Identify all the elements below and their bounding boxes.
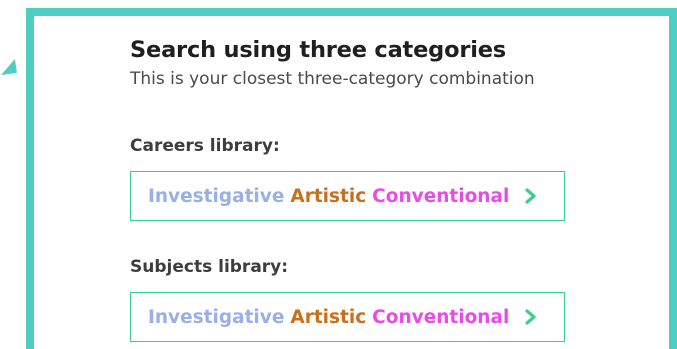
panel-content: Search using three categories This is yo… <box>130 34 650 342</box>
three-category-search-panel: Search using three categories This is yo… <box>26 8 677 349</box>
callout-pointer <box>0 58 17 76</box>
category-conventional: Conventional <box>372 306 510 328</box>
category-artistic: Artistic <box>290 185 367 207</box>
stage: Search using three categories This is yo… <box>0 0 677 349</box>
panel-title: Search using three categories <box>130 37 506 63</box>
category-investigative: Investigative <box>148 306 285 328</box>
subjects-combination-link[interactable]: Investigative Artistic Conventional <box>130 292 565 342</box>
chevron-right-icon <box>525 309 536 325</box>
careers-library-label: Careers library: <box>130 136 280 156</box>
subjects-library-label: Subjects library: <box>130 257 289 277</box>
chevron-right-icon <box>525 188 536 204</box>
panel-subtitle: This is your closest three-category comb… <box>130 69 535 89</box>
category-investigative: Investigative <box>148 185 285 207</box>
category-conventional: Conventional <box>372 185 510 207</box>
category-artistic: Artistic <box>290 306 367 328</box>
careers-combination-link[interactable]: Investigative Artistic Conventional <box>130 171 565 221</box>
